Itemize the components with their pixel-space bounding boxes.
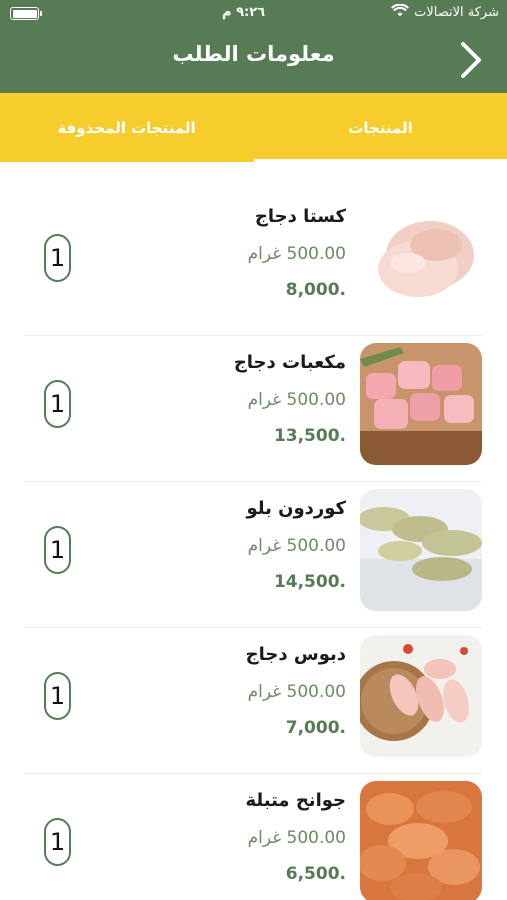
quantity-badge: 1 bbox=[44, 526, 71, 574]
wifi-icon bbox=[391, 3, 409, 21]
product-image bbox=[360, 781, 482, 900]
product-name: مكعبات دجاج bbox=[233, 352, 346, 373]
battery-icon bbox=[10, 7, 39, 20]
carrier-label: شركة الاتصالات bbox=[414, 5, 499, 20]
battery-tip bbox=[40, 11, 42, 16]
app-header: شركة الاتصالات ٩:٢٦ م معلومات الطلب bbox=[0, 0, 507, 93]
product-weight: 500.00 غرام bbox=[247, 244, 346, 264]
product-weight: 500.00 غرام bbox=[247, 390, 346, 410]
list-item[interactable]: مكعبات دجاج 500.00 غرام 13,500. 1 bbox=[24, 336, 482, 482]
product-name: جوانح متبلة bbox=[245, 790, 346, 811]
product-price: 8,000. bbox=[285, 280, 346, 300]
quantity-badge: 1 bbox=[44, 234, 71, 282]
tab-deleted-products[interactable]: المنتجات المحذوفة bbox=[0, 93, 253, 162]
quantity-badge: 1 bbox=[44, 380, 71, 428]
product-price: 13,500. bbox=[273, 426, 346, 446]
product-name: كستا دجاج bbox=[254, 206, 346, 227]
product-weight: 500.00 غرام bbox=[247, 828, 346, 848]
list-item[interactable]: كستا دجاج 500.00 غرام 8,000. 1 bbox=[24, 190, 482, 336]
status-bar: شركة الاتصالات ٩:٢٦ م bbox=[0, 0, 507, 28]
product-image bbox=[360, 197, 482, 319]
product-weight: 500.00 غرام bbox=[247, 682, 346, 702]
quantity-badge: 1 bbox=[44, 818, 71, 866]
product-price: 6,500. bbox=[285, 864, 346, 884]
product-name: دبوس دجاج bbox=[245, 644, 346, 665]
list-item[interactable]: دبوس دجاج 500.00 غرام 7,000. 1 bbox=[24, 628, 482, 774]
quantity-badge: 1 bbox=[44, 672, 71, 720]
chevron-right-icon bbox=[461, 42, 481, 78]
product-price: 14,500. bbox=[273, 572, 346, 592]
active-tab-indicator bbox=[254, 159, 507, 162]
product-image bbox=[360, 635, 482, 757]
product-image bbox=[360, 489, 482, 611]
tab-bar: المنتجات المنتجات المحذوفة bbox=[0, 93, 507, 162]
product-price: 7,000. bbox=[285, 718, 346, 738]
list-item[interactable]: كوردون بلو 500.00 غرام 14,500. 1 bbox=[24, 482, 482, 628]
product-weight: 500.00 غرام bbox=[247, 536, 346, 556]
back-button[interactable] bbox=[453, 38, 487, 82]
clock: ٩:٢٦ م bbox=[222, 5, 266, 20]
list-item[interactable]: جوانح متبلة 500.00 غرام 6,500. 1 bbox=[24, 774, 482, 900]
page-title: معلومات الطلب bbox=[172, 42, 335, 66]
tab-products[interactable]: المنتجات bbox=[254, 93, 507, 162]
product-image bbox=[360, 343, 482, 465]
product-name: كوردون بلو bbox=[246, 498, 346, 519]
